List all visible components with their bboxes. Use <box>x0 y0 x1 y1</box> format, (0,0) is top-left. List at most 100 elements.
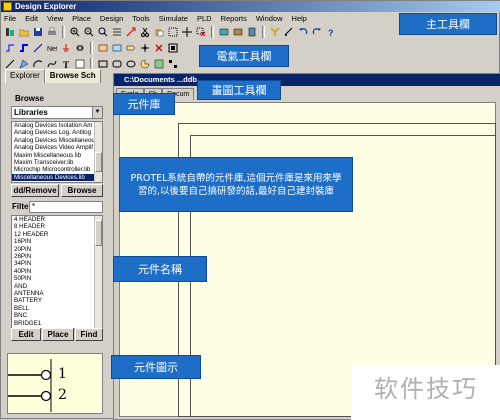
print-icon[interactable] <box>46 26 58 38</box>
help-icon[interactable]: ? <box>325 26 337 38</box>
graphic-icon[interactable] <box>153 58 165 70</box>
pcb-layout-icon[interactable] <box>167 42 179 54</box>
list-item[interactable]: AND <box>12 283 102 290</box>
list-item[interactable]: 26PIN <box>12 253 102 260</box>
add-remove-button[interactable]: dd/Remove <box>11 184 59 197</box>
library-scrollbar[interactable] <box>94 122 102 182</box>
menu-window[interactable]: Window <box>255 14 284 23</box>
undo-icon[interactable] <box>297 26 309 38</box>
document-title: C:\Documents ...ddb <box>124 75 197 84</box>
pin-number: 2 <box>58 387 67 403</box>
place-part-icon[interactable] <box>74 42 86 54</box>
array-icon[interactable] <box>167 58 179 70</box>
list-item[interactable]: Analog Devices Miscellaneou <box>12 137 102 144</box>
cut-icon[interactable] <box>139 26 151 38</box>
list-item[interactable]: Maxim Miscellaneous lib <box>12 152 102 159</box>
measure-icon[interactable] <box>283 26 295 38</box>
menu-edit[interactable]: Edit <box>24 14 39 23</box>
library-browse-icon[interactable] <box>218 26 230 38</box>
rounded-rectangle-icon[interactable] <box>111 58 123 70</box>
list-item[interactable]: BELL <box>12 305 102 312</box>
list-item[interactable]: ANTENNA <box>12 290 102 297</box>
design-manager-icon[interactable] <box>4 26 16 38</box>
paste-icon[interactable] <box>153 26 165 38</box>
ellipse-icon[interactable] <box>125 58 137 70</box>
list-item[interactable]: BRIDGE1 <box>12 320 102 327</box>
list-item-selected[interactable]: Miscellaneous Devices.lib <box>12 173 102 182</box>
list-item[interactable]: Maxim Transceiver.lib <box>12 159 102 166</box>
find-button[interactable]: Find <box>75 328 103 341</box>
no-erc-icon[interactable] <box>153 42 165 54</box>
tab-browse-sch[interactable]: Browse Sch <box>44 69 101 83</box>
menu-view[interactable]: View <box>46 14 64 23</box>
chevron-down-icon[interactable]: ▼ <box>92 107 102 118</box>
list-item[interactable]: 16PIN <box>12 238 102 245</box>
list-item[interactable]: BATTERY <box>12 297 102 304</box>
move-icon[interactable] <box>181 26 193 38</box>
sheet-symbol-icon[interactable] <box>97 42 109 54</box>
zoom-fit-icon[interactable] <box>97 26 109 38</box>
menu-place[interactable]: Place <box>71 14 92 23</box>
callout-library-note: PROTEL系統自帶的元件庫,這個元件庫是來用來學習的,以後要自己搞研發的話,最… <box>119 157 353 212</box>
list-item[interactable]: 12 HEADER <box>12 231 102 238</box>
place-bus-icon[interactable] <box>18 42 30 54</box>
list-item[interactable]: 34PIN <box>12 260 102 267</box>
list-item[interactable]: BNC <box>12 312 102 319</box>
tab-explorer[interactable]: Explorer <box>5 69 45 83</box>
list-item[interactable]: Analog Devices Log. Antilog <box>12 129 102 136</box>
menu-simulate[interactable]: Simulate <box>158 14 189 23</box>
browse-select[interactable]: Libraries ▼ <box>11 106 103 119</box>
component-scrollbar[interactable] <box>94 216 102 328</box>
deselect-icon[interactable] <box>195 26 207 38</box>
junction-icon[interactable] <box>139 42 151 54</box>
bus-entry-icon[interactable] <box>32 42 44 54</box>
filter-label: Filte <box>12 202 29 211</box>
menu-pld[interactable]: PLD <box>196 14 213 23</box>
menu-tools[interactable]: Tools <box>131 14 151 23</box>
save-icon[interactable] <box>32 26 44 38</box>
library-list[interactable]: Analog Devices Isolation Am Analog Devic… <box>11 121 103 183</box>
yellow-y-icon[interactable] <box>269 26 281 38</box>
place-wire-icon[interactable] <box>4 42 16 54</box>
zoom-out-icon[interactable] <box>83 26 95 38</box>
list-item[interactable]: 50PIN <box>12 275 102 282</box>
component-list[interactable]: 4 HEADER 8 HEADER 12 HEADER 16PIN 20PIN … <box>11 215 103 329</box>
svg-text:T: T <box>63 60 69 69</box>
open-folder-icon[interactable] <box>18 26 30 38</box>
library-edit-icon[interactable] <box>232 26 244 38</box>
zoom-in-icon[interactable] <box>69 26 81 38</box>
list-item[interactable]: Analog Devices Isolation Am <box>12 122 102 129</box>
cross-probe-icon[interactable] <box>125 26 137 38</box>
bookmark-icon[interactable] <box>246 26 258 38</box>
list-item[interactable]: 20PIN <box>12 246 102 253</box>
document-titlebar: C:\Documents ...ddb <box>114 74 500 86</box>
list-item[interactable]: 8 HEADER <box>12 223 102 230</box>
power-port-icon[interactable] <box>60 42 72 54</box>
list-item[interactable]: Microchip Microcontroller.lib <box>12 166 102 173</box>
pie-icon[interactable] <box>139 58 151 70</box>
browse-button[interactable]: Browse <box>61 184 103 197</box>
component-preview: 1 2 <box>7 353 103 414</box>
list-item[interactable]: Analog Devices Video Amplif <box>12 144 102 151</box>
sheet-entry-icon[interactable] <box>111 42 123 54</box>
menu-file[interactable]: File <box>3 14 17 23</box>
list-item[interactable]: 40PIN <box>12 268 102 275</box>
svg-text:Net: Net <box>47 46 57 53</box>
toolbar-separator <box>90 42 93 54</box>
list-item[interactable]: 4 HEADER <box>12 216 102 223</box>
filter-input[interactable]: * <box>29 201 103 213</box>
scroll-thumb[interactable] <box>95 220 102 246</box>
place-button[interactable]: Place <box>42 328 74 341</box>
callout-main-toolbar: 主工具欄 <box>399 13 497 35</box>
menu-help[interactable]: Help <box>291 14 308 23</box>
menu-reports[interactable]: Reports <box>220 14 248 23</box>
net-label-icon[interactable]: Net <box>46 42 58 54</box>
redo-icon[interactable] <box>311 26 323 38</box>
hierarchy-icon[interactable] <box>111 26 123 38</box>
browse-select-value: Libraries <box>14 108 48 117</box>
menu-design[interactable]: Design <box>99 14 124 23</box>
edit-button[interactable]: Edit <box>11 328 41 341</box>
scroll-thumb[interactable] <box>95 152 102 172</box>
port-icon[interactable] <box>125 42 137 54</box>
select-icon[interactable] <box>167 26 179 38</box>
